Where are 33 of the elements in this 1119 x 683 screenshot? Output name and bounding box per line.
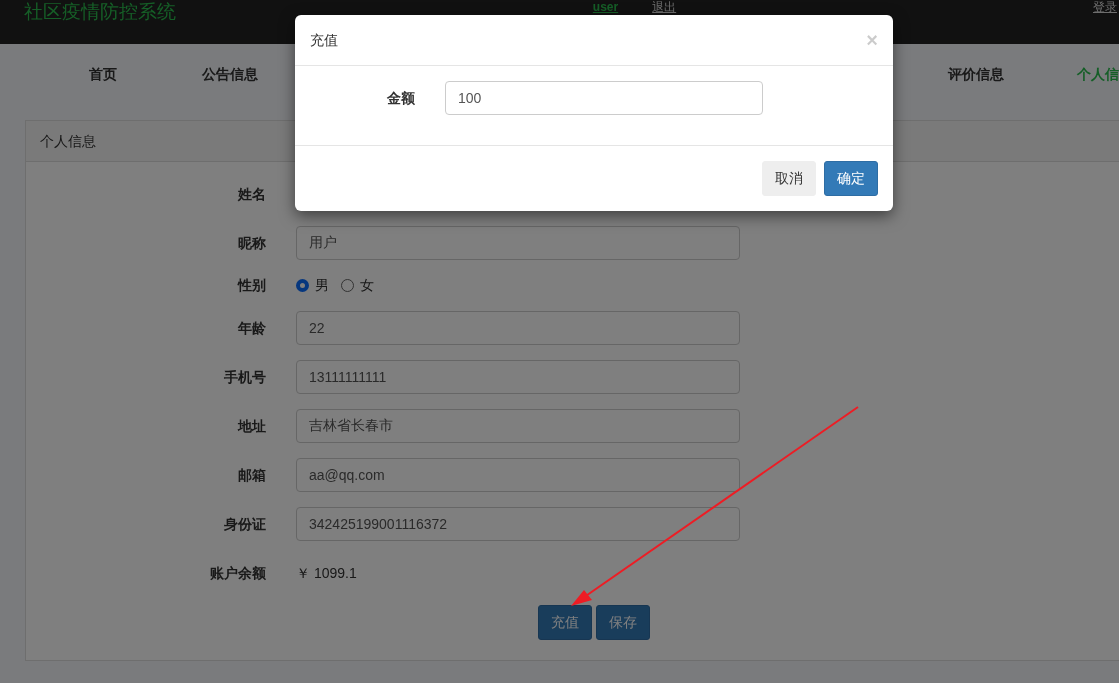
field-label: 手机号 <box>223 367 267 387</box>
field-label: 性别 <box>236 276 267 295</box>
field-label: 姓名 <box>237 184 267 204</box>
nav-link[interactable]: 公告信息 <box>166 63 294 85</box>
logout-link[interactable]: 退出 <box>652 1 677 13</box>
text-field[interactable]: aa@qq.com <box>296 458 740 492</box>
radio-label: 女 <box>360 276 374 295</box>
text-field[interactable]: 用户 <box>296 226 740 260</box>
field-label: 地址 <box>236 416 267 436</box>
field-label: 年龄 <box>237 318 267 338</box>
balance-text: ￥ 1099.1 <box>296 563 357 583</box>
text-field[interactable]: 342425199001116372 <box>296 507 740 541</box>
radio-label: 男 <box>315 276 329 295</box>
field-label: 金额 <box>386 88 416 108</box>
text-field[interactable]: 22 <box>296 311 740 345</box>
text-field[interactable]: 吉林省长春市 <box>296 409 740 443</box>
amount-field[interactable]: 100 <box>445 81 763 115</box>
save-button[interactable]: 保存 <box>596 605 650 640</box>
field-label: 昵称 <box>237 233 267 253</box>
text-field[interactable]: 13111111111 <box>296 360 740 394</box>
cancel-button[interactable]: 取消 <box>762 161 816 196</box>
field-label: 邮箱 <box>237 465 267 485</box>
field-label: 账户余额 <box>209 563 267 583</box>
recharge-button[interactable]: 充值 <box>538 605 592 640</box>
modal-title: 充值 <box>310 30 338 50</box>
radio-button[interactable] <box>296 279 309 292</box>
nav-link[interactable]: 评价信息 <box>912 63 1039 85</box>
user-link[interactable]: user <box>592 1 619 13</box>
login-link[interactable]: 登录 <box>1093 1 1117 13</box>
brand-title: 社区疫情防控系统 <box>24 0 176 24</box>
nav-link[interactable]: 首页 <box>40 63 167 85</box>
confirm-button[interactable]: 确定 <box>824 161 878 196</box>
field-label: 身份证 <box>223 514 267 534</box>
